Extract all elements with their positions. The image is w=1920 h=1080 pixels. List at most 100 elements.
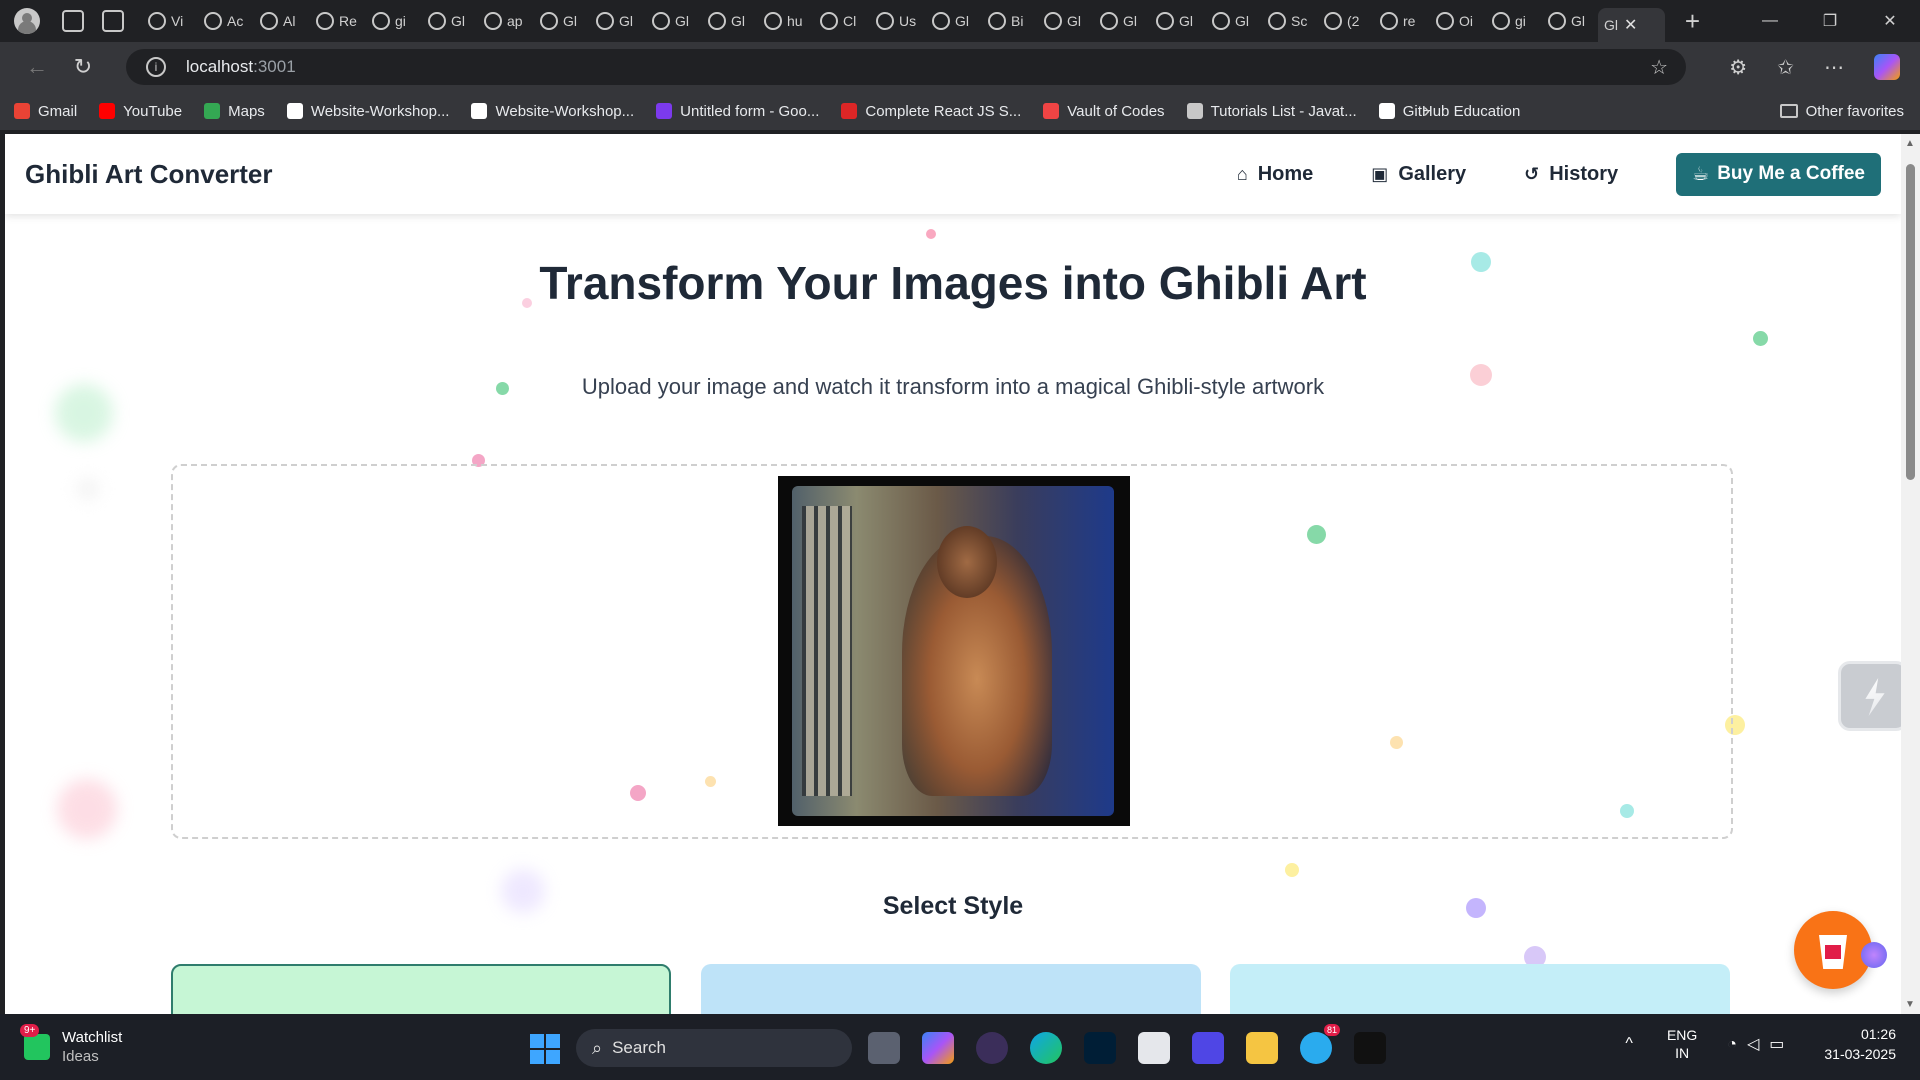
tray-expand-icon[interactable]: ^ — [1625, 1035, 1633, 1053]
browser-tab[interactable]: Gl — [1038, 4, 1094, 38]
profile-avatar-icon[interactable] — [14, 8, 40, 34]
photoshop-icon[interactable] — [1084, 1032, 1116, 1064]
browser-tab[interactable]: Gl — [1150, 4, 1206, 38]
bookmark-favicon-icon — [656, 103, 673, 119]
style-card-2[interactable] — [701, 964, 1201, 1014]
browser-tab[interactable]: hu — [758, 4, 814, 38]
image-upload-dropzone[interactable] — [171, 464, 1733, 839]
bookmark-item[interactable]: Complete React JS S... — [841, 103, 1021, 120]
browser-tab[interactable]: Ac — [198, 4, 254, 38]
nav-gallery[interactable]: ▣ Gallery — [1371, 163, 1466, 186]
app-icon[interactable] — [1354, 1032, 1386, 1064]
browser-tab[interactable]: (2 — [1318, 4, 1374, 38]
brand-title[interactable]: Ghibli Art Converter — [25, 159, 273, 190]
clock[interactable]: 01:26 31-03-2025 — [1824, 1024, 1896, 1064]
nav-home[interactable]: ⌂ Home — [1237, 163, 1313, 186]
bookmark-item[interactable]: Gmail — [14, 103, 77, 120]
start-icon[interactable] — [530, 1034, 560, 1064]
vscode-like-icon[interactable] — [1192, 1032, 1224, 1064]
site-info-icon[interactable]: i — [146, 57, 166, 77]
browser-tab[interactable]: Gl — [1094, 4, 1150, 38]
reload-icon[interactable]: ↻ — [70, 54, 96, 80]
browser-tab[interactable]: Gl — [1206, 4, 1262, 38]
scroll-up-icon[interactable]: ▲ — [1905, 138, 1915, 149]
browser-tab[interactable]: gi — [1486, 4, 1542, 38]
close-tab-icon[interactable]: ✕ — [1624, 15, 1637, 35]
favorites-icon[interactable]: ✩ — [1777, 55, 1794, 80]
task-view-icon[interactable] — [868, 1032, 900, 1064]
bookmarks-overflow-icon[interactable]: › — [1423, 100, 1430, 123]
more-menu-icon[interactable]: ⋯ — [1824, 55, 1844, 80]
browser-tab[interactable]: ap — [478, 4, 534, 38]
browser-tab[interactable]: Gl — [422, 4, 478, 38]
restore-icon[interactable]: ❐ — [1800, 11, 1860, 31]
media-player-icon[interactable] — [976, 1032, 1008, 1064]
favorite-star-icon[interactable]: ☆ — [1650, 55, 1668, 80]
network-volume-battery-icons[interactable]: ◔◁▭ — [1727, 1034, 1794, 1054]
bookmark-item[interactable]: Tutorials List - Javat... — [1186, 103, 1357, 120]
page-scrollbar[interactable]: ▲ ▼ — [1901, 134, 1920, 1014]
preview-window-bars — [802, 506, 852, 796]
bookmark-item[interactable]: Website-Workshop... — [286, 103, 449, 120]
copilot-app-icon[interactable] — [922, 1032, 954, 1064]
store-icon[interactable] — [1138, 1032, 1170, 1064]
style-card-1[interactable] — [171, 964, 671, 1014]
browser-tab[interactable]: Bi — [982, 4, 1038, 38]
address-bar[interactable]: i localhost:3001 ☆ — [126, 49, 1686, 85]
browser-tab-active[interactable]: Gl ✕ — [1598, 8, 1665, 42]
workspaces-icon[interactable] — [62, 10, 84, 32]
browser-tab[interactable]: Re — [310, 4, 366, 38]
new-tab-button[interactable]: + — [1685, 6, 1700, 37]
style-card-3[interactable] — [1230, 964, 1730, 1014]
scroll-thumb[interactable] — [1906, 164, 1915, 480]
language-indicator[interactable]: ENG IN — [1667, 1026, 1697, 1062]
browser-tab[interactable]: Gl — [534, 4, 590, 38]
bookmark-item[interactable]: Maps — [204, 103, 265, 120]
bookmark-item[interactable]: Untitled form - Goo... — [656, 103, 819, 120]
web-page: Ghibli Art Converter ⌂ Home ▣ Gallery ↺ … — [5, 134, 1901, 1014]
file-explorer-icon[interactable] — [1246, 1032, 1278, 1064]
bookmark-item[interactable]: GitHub Education — [1378, 103, 1520, 120]
bookmark-favicon-icon — [841, 103, 858, 119]
browser-tab[interactable]: gi — [366, 4, 422, 38]
back-icon[interactable]: ← — [24, 54, 50, 80]
clock-date: 31-03-2025 — [1824, 1046, 1896, 1062]
browser-tab[interactable]: re — [1374, 4, 1430, 38]
watchlist-sub: Ideas — [62, 1048, 99, 1065]
browser-tab[interactable]: Us — [870, 4, 926, 38]
bookmark-item[interactable]: Vault of Codes — [1043, 103, 1165, 120]
browser-tab[interactable]: Oi — [1430, 4, 1486, 38]
side-extension-widget[interactable] — [1838, 661, 1901, 731]
watchlist-widget[interactable]: 9+ Watchlist Ideas — [20, 1024, 122, 1066]
window-controls: — ❐ ✕ — [1740, 0, 1920, 42]
bookmark-item[interactable]: Website-Workshop... — [471, 103, 634, 120]
ai-brain-icon[interactable] — [1861, 942, 1887, 968]
scroll-down-icon[interactable]: ▼ — [1905, 999, 1915, 1010]
browser-tab[interactable]: Gl — [702, 4, 758, 38]
browser-tab[interactable]: Cl — [814, 4, 870, 38]
nav-history[interactable]: ↺ History — [1524, 163, 1618, 186]
close-window-icon[interactable]: ✕ — [1860, 11, 1920, 31]
extensions-icon[interactable]: ⚙ — [1729, 55, 1747, 80]
decor-dot — [1753, 331, 1768, 346]
telegram-icon[interactable]: 81 — [1300, 1024, 1340, 1064]
copilot-icon[interactable] — [1874, 54, 1900, 80]
browser-tab[interactable]: Gl — [1542, 4, 1598, 38]
buy-coffee-button[interactable]: ☕ Buy Me a Coffee — [1676, 152, 1881, 196]
bookmark-label: Website-Workshop... — [495, 102, 635, 120]
edge-browser-icon[interactable] — [1030, 1032, 1062, 1064]
browser-tab[interactable]: Sc — [1262, 4, 1318, 38]
browser-tab[interactable]: Al — [254, 4, 310, 38]
other-favorites[interactable]: Other favorites — [1779, 103, 1904, 120]
tab-actions-icon[interactable] — [102, 10, 124, 32]
browser-tab[interactable]: Gl — [646, 4, 702, 38]
browser-tab[interactable]: Vi — [142, 4, 198, 38]
browser-tab[interactable]: Gl — [926, 4, 982, 38]
tab-favicon-icon — [148, 12, 166, 30]
browser-tab[interactable]: Gl — [590, 4, 646, 38]
coffee-fab-button[interactable] — [1794, 911, 1872, 989]
minimize-icon[interactable]: — — [1740, 12, 1800, 30]
taskbar-search[interactable]: ⌕ Search — [576, 1029, 852, 1067]
bookmark-item[interactable]: YouTube — [99, 103, 182, 120]
windows-taskbar: 9+ Watchlist Ideas ⌕ Search 81 ^ ENG IN … — [0, 1014, 1920, 1080]
